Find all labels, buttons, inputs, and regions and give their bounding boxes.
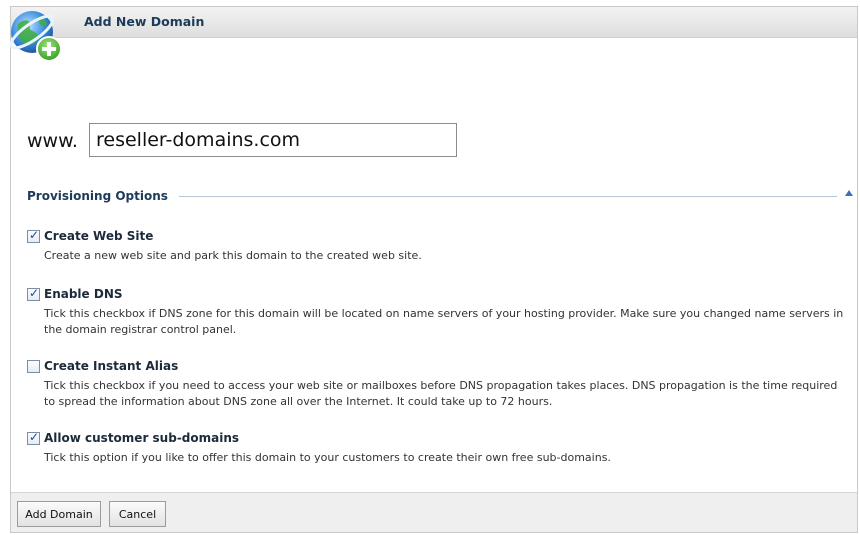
provisioning-options-header[interactable]: Provisioning Options [27, 188, 853, 208]
option-label[interactable]: Create Instant Alias [44, 359, 178, 373]
option-label[interactable]: Enable DNS [44, 287, 123, 301]
button-bar: Add Domain Cancel [11, 492, 857, 532]
domain-name-input[interactable] [89, 123, 457, 157]
checkmark-icon: ✓ [29, 430, 40, 444]
add-domain-button[interactable]: Add Domain [17, 501, 101, 527]
enable-dns-checkbox[interactable]: ✓ [27, 286, 40, 301]
allow-customer-sub-domains-checkbox[interactable]: ✓ [27, 430, 40, 445]
option-description: Tick this checkbox if you need to access… [44, 379, 838, 408]
option-description: Tick this option if you like to offer th… [44, 451, 611, 464]
option-label[interactable]: Allow customer sub-domains [44, 431, 239, 445]
option-description: Tick this checkbox if DNS zone for this … [44, 307, 844, 336]
www-prefix-label: www. [27, 130, 78, 152]
section-divider [179, 196, 837, 197]
option-description: Create a new web site and park this doma… [44, 249, 422, 262]
title-bar: Add New Domain [11, 7, 857, 38]
create-web-site-checkbox[interactable]: ✓ [27, 228, 40, 243]
globe-add-icon [9, 11, 62, 62]
option-label[interactable]: Create Web Site [44, 229, 153, 243]
checkmark-icon: ✓ [29, 228, 40, 242]
collapse-arrow-icon[interactable] [845, 190, 853, 196]
provisioning-options-title: Provisioning Options [27, 189, 174, 203]
create-instant-alias-checkbox[interactable] [27, 360, 40, 373]
panel-title: Add New Domain [84, 14, 205, 29]
add-domain-panel: Add New Domain www. Provisioning Options… [10, 6, 858, 533]
cancel-button[interactable]: Cancel [109, 501, 166, 527]
checkmark-icon: ✓ [29, 286, 40, 300]
